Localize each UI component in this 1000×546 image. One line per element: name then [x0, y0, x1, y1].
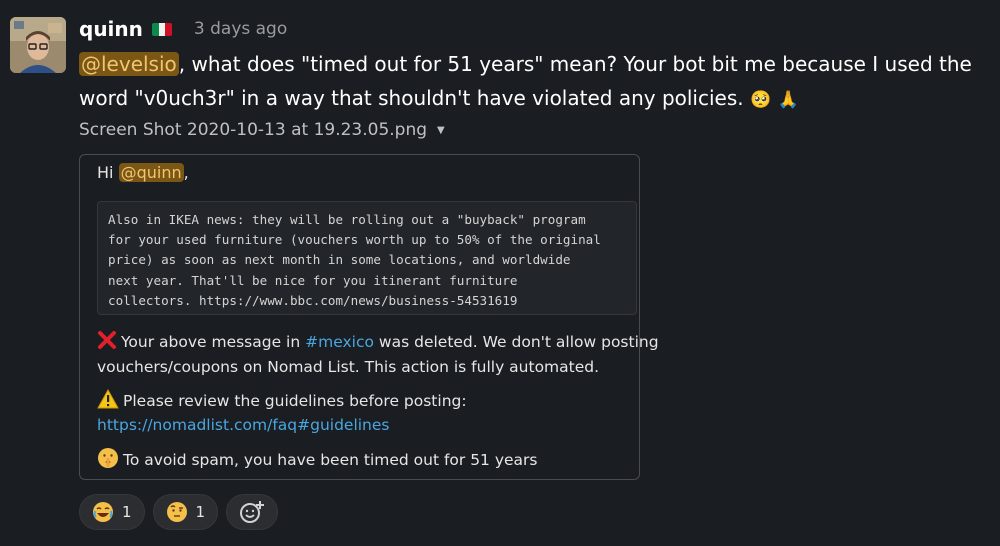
reactions-bar: 1 1 — [79, 494, 279, 530]
user-mention[interactable]: @levelsio — [79, 52, 179, 76]
shushing-face-icon — [98, 448, 118, 468]
pleading-face-icon: 🥺 — [749, 90, 772, 110]
attachment-filename[interactable]: Screen Shot 2020-10-13 at 19.23.05.png — [79, 120, 427, 140]
deleted-suffix: was deleted. We don't allow posting — [378, 333, 659, 351]
deleted-notice-line-2: vouchers/coupons on Nomad List. This act… — [97, 358, 600, 376]
message-line-1: , what does "timed out for 51 years" mea… — [178, 52, 972, 76]
folded-hands-icon: 🙏 — [777, 90, 799, 110]
warning-icon — [97, 388, 119, 409]
message-text: @levelsio, what does "timed out for 51 y… — [79, 47, 994, 117]
greeting-text: Hi — [97, 163, 114, 182]
timestamp[interactable]: 3 days ago — [194, 19, 287, 39]
add-reaction-button[interactable] — [226, 494, 279, 530]
deleted-prefix: Your above message in — [121, 333, 301, 351]
attachment-header: Screen Shot 2020-10-13 at 19.23.05.png ▼ — [79, 120, 445, 140]
raised-eyebrow-icon — [166, 502, 187, 522]
timeout-text: To avoid spam, you have been timed out f… — [123, 451, 538, 469]
bot-greeting: Hi @quinn, — [97, 162, 189, 184]
message-header: quinn 3 days ago — [79, 14, 287, 44]
greeting-mention: @quinn — [118, 163, 184, 182]
add-emoji-icon — [240, 501, 265, 523]
cross-mark-icon — [98, 331, 116, 349]
message-line-2: word "v0uch3r" in a way that shouldn't h… — [79, 86, 744, 110]
guidelines-text: Please review the guidelines before post… — [123, 392, 467, 410]
reaction-count: 1 — [122, 503, 132, 521]
joy-icon — [93, 502, 113, 522]
timeout-notice: To avoid spam, you have been timed out f… — [97, 447, 538, 472]
greeting-comma: , — [183, 163, 189, 182]
attachment-image[interactable]: Hi @quinn, Also in IKEA news: they will … — [79, 154, 659, 480]
chevron-down-icon[interactable]: ▼ — [437, 125, 445, 136]
reaction-count: 1 — [195, 503, 206, 521]
reaction-raised-eyebrow[interactable]: 1 — [152, 494, 219, 530]
mexico-flag-icon — [151, 22, 172, 36]
guidelines-notice: Please review the guidelines before post… — [97, 388, 467, 413]
avatar[interactable] — [10, 17, 66, 73]
reaction-joy[interactable]: 1 — [79, 494, 145, 530]
username[interactable]: quinn — [79, 17, 143, 41]
channel-link: #mexico — [305, 333, 374, 351]
deleted-notice-line-1: Your above message in #mexico was delete… — [97, 330, 659, 354]
guidelines-link: https://nomadlist.com/faq#guidelines — [97, 416, 390, 434]
quoted-message-block: Also in IKEA news: they will be rolling … — [97, 201, 637, 315]
